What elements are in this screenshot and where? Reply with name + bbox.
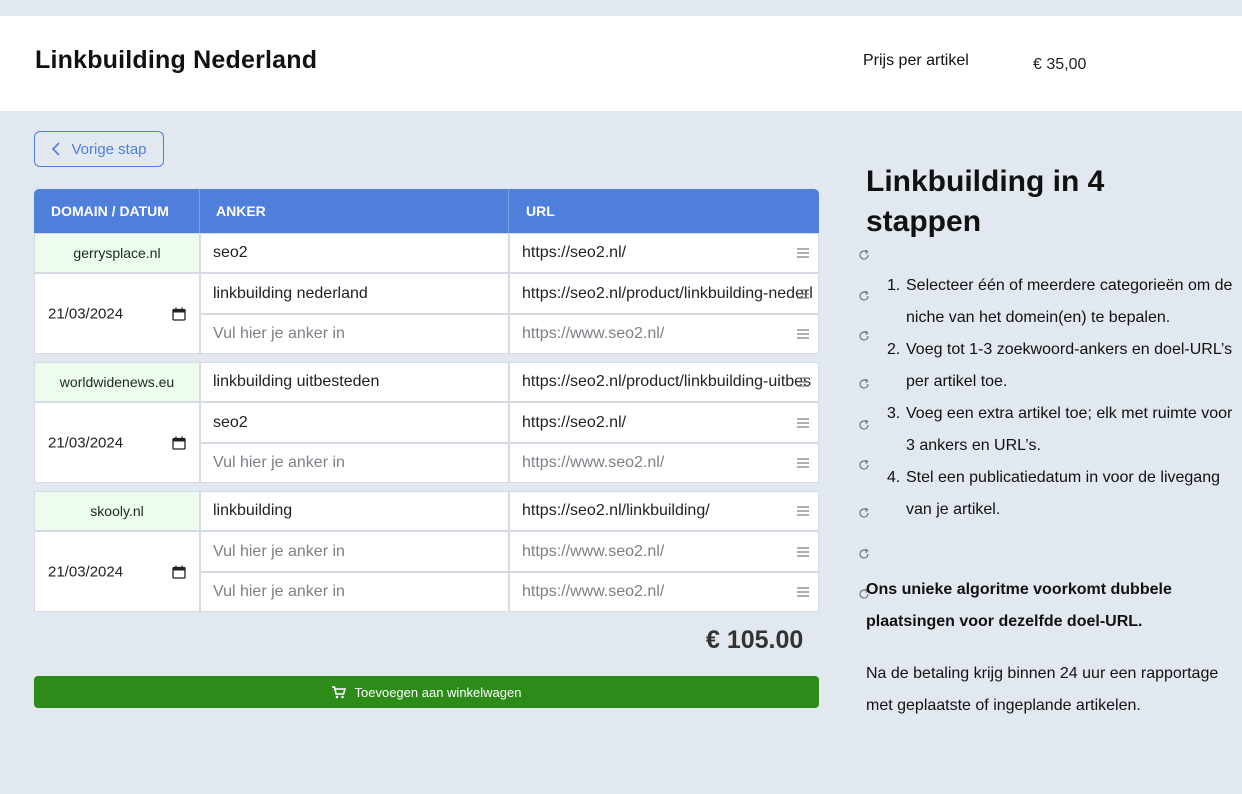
menu-icon[interactable] <box>797 377 809 387</box>
anchor-placeholder: Vul hier je anker in <box>213 542 345 560</box>
previous-step-button[interactable]: Vorige stap <box>34 131 164 167</box>
column-header-url: URL <box>526 203 555 219</box>
url-input[interactable]: https://seo2.nl/ <box>509 402 819 443</box>
anchor-input[interactable]: Vul hier je anker in <box>200 572 509 612</box>
url-value: https://seo2.nl/ <box>522 244 627 261</box>
previous-step-label: Vorige stap <box>71 140 147 158</box>
report-note: Na de betaling krijg binnen 24 uur een r… <box>866 665 1219 714</box>
url-input[interactable]: https://www.seo2.nl/ <box>509 314 819 354</box>
domain-name: gerrysplace.nl <box>34 233 200 273</box>
add-to-cart-button[interactable]: Toevoegen aan winkelwagen <box>34 676 819 708</box>
step-item: 4. Stel een publicatiedatum in voor de li… <box>887 469 1220 518</box>
calendar-icon[interactable] <box>172 307 186 321</box>
url-value: https://seo2.nl/product/linkbuilding-uit… <box>522 373 812 390</box>
menu-icon[interactable] <box>797 288 809 299</box>
url-input[interactable]: https://seo2.nl/product/linkbuilding-ned… <box>509 273 819 314</box>
url-placeholder: https://www.seo2.nl/ <box>522 583 665 600</box>
top-bar: Linkbuilding Nederland Prijs per artikel… <box>0 16 1242 111</box>
anchor-input[interactable]: linkbuilding <box>200 491 509 531</box>
refresh-icon[interactable] <box>858 330 870 342</box>
anchor-input[interactable]: linkbuilding nederland <box>200 273 509 314</box>
price-label: Prijs per artikel <box>863 52 969 69</box>
menu-icon[interactable] <box>797 248 809 258</box>
anchor-value: seo2 <box>213 244 248 261</box>
anchor-input[interactable]: Vul hier je anker in <box>200 531 509 572</box>
refresh-icon[interactable] <box>858 548 870 560</box>
anchor-placeholder: Vul hier je anker in <box>213 583 345 600</box>
url-value: https://seo2.nl/ <box>522 413 627 431</box>
table-header: DOMAIN / DATUM ANKER URL <box>34 189 819 233</box>
url-value: https://seo2.nl/product/linkbuilding-ned… <box>522 284 812 302</box>
calendar-icon[interactable] <box>172 436 186 450</box>
url-input[interactable]: https://www.seo2.nl/ <box>509 531 819 572</box>
url-placeholder: https://www.seo2.nl/ <box>522 454 665 471</box>
url-input[interactable]: https://www.seo2.nl/ <box>509 443 819 483</box>
refresh-icon[interactable] <box>858 249 870 261</box>
anchor-input[interactable]: linkbuilding uitbesteden <box>200 362 509 402</box>
anchor-input[interactable]: Vul hier je anker in <box>200 314 509 354</box>
refresh-icon[interactable] <box>858 378 870 390</box>
total-price: € 105.00 <box>706 626 804 654</box>
sidebar-title: Linkbuilding in 4 stappen <box>866 165 1105 238</box>
domain-name: skooly.nl <box>34 491 200 531</box>
date-value: 21/03/2024 <box>48 434 124 451</box>
anchor-input[interactable]: seo2 <box>200 233 509 273</box>
date-value: 21/03/2024 <box>48 563 124 580</box>
menu-icon[interactable] <box>797 417 809 428</box>
steps-list: 1. Selecteer één of meerdere categorieën … <box>887 270 1236 526</box>
anchor-placeholder: Vul hier je anker in <box>213 454 345 471</box>
url-input[interactable]: https://www.seo2.nl/ <box>509 572 819 612</box>
domain-name: worldwidenews.eu <box>34 362 200 402</box>
refresh-icon[interactable] <box>858 419 870 431</box>
algorithm-note: Ons unieke algoritme voorkomt dubbele pl… <box>866 581 1172 630</box>
anchor-placeholder: Vul hier je anker in <box>213 325 345 342</box>
chevron-left-icon <box>52 142 61 156</box>
anchor-value: seo2 <box>213 413 248 431</box>
step-item: 3. Voeg een extra artikel toe; elk met ru… <box>887 405 1233 454</box>
publication-date-input[interactable]: 21/03/2024 <box>34 273 200 354</box>
column-header-domain: DOMAIN / DATUM <box>51 203 169 219</box>
refresh-icon[interactable] <box>858 507 870 519</box>
url-input[interactable]: https://seo2.nl/linkbuilding/ <box>509 491 819 531</box>
page-title: Linkbuilding Nederland <box>35 46 318 74</box>
step-item: 2. Voeg tot 1-3 zoekwoord-ankers en doel-… <box>887 341 1233 390</box>
url-input[interactable]: https://seo2.nl/product/linkbuilding-uit… <box>509 362 819 402</box>
refresh-icon[interactable] <box>858 290 870 302</box>
date-value: 21/03/2024 <box>48 305 124 322</box>
menu-icon[interactable] <box>797 546 809 557</box>
refresh-icon[interactable] <box>858 459 870 471</box>
anchor-value: linkbuilding <box>213 502 293 519</box>
cart-icon <box>331 685 346 698</box>
step-item: 1. Selecteer één of meerdere categorieën … <box>887 277 1233 326</box>
anchor-value: linkbuilding nederland <box>213 284 368 302</box>
add-to-cart-label: Toevoegen aan winkelwagen <box>354 684 522 700</box>
url-placeholder: https://www.seo2.nl/ <box>522 542 665 560</box>
url-placeholder: https://www.seo2.nl/ <box>522 325 665 342</box>
anchor-input[interactable]: seo2 <box>200 402 509 443</box>
menu-icon[interactable] <box>797 587 809 597</box>
publication-date-input[interactable]: 21/03/2024 <box>34 402 200 483</box>
calendar-icon[interactable] <box>172 565 186 579</box>
menu-icon[interactable] <box>797 329 809 339</box>
publication-date-input[interactable]: 21/03/2024 <box>34 531 200 612</box>
url-input[interactable]: https://seo2.nl/ <box>509 233 819 273</box>
price-value: € 35,00 <box>1033 56 1087 73</box>
menu-icon[interactable] <box>797 506 809 516</box>
anchor-input[interactable]: Vul hier je anker in <box>200 443 509 483</box>
anchor-value: linkbuilding uitbesteden <box>213 373 380 390</box>
column-header-anchor: ANKER <box>216 203 266 219</box>
url-value: https://seo2.nl/linkbuilding/ <box>522 502 710 519</box>
menu-icon[interactable] <box>797 458 809 468</box>
